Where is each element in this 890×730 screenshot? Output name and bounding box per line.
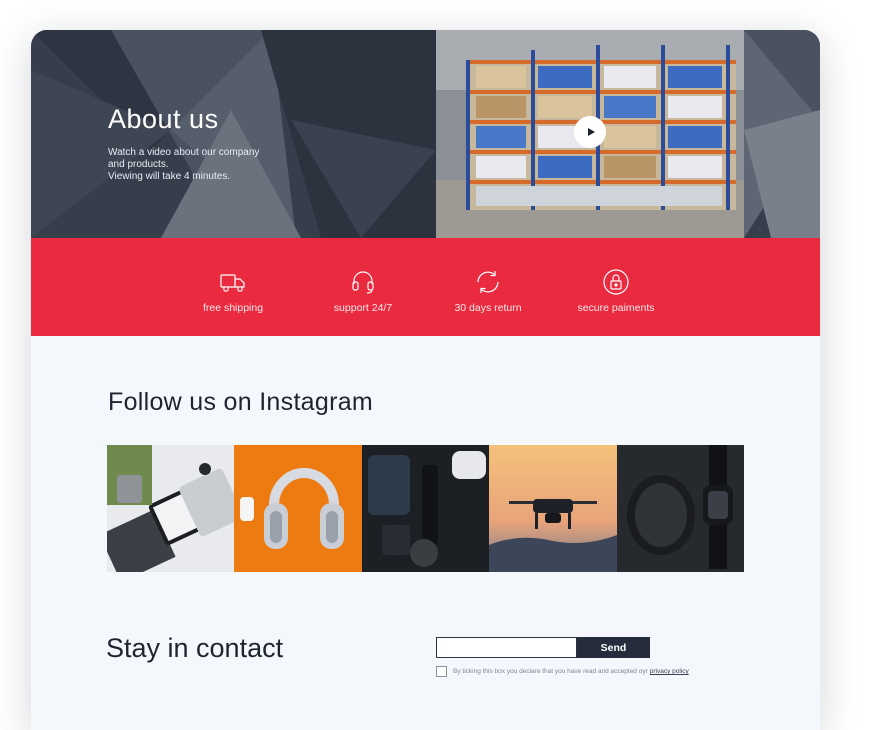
about-title: About us bbox=[108, 104, 219, 135]
instagram-title: Follow us on Instagram bbox=[108, 388, 374, 416]
about-description-line: Watch a video about our company bbox=[108, 147, 260, 158]
features-bar: free shipping support 24/7 30 days retur… bbox=[31, 238, 820, 336]
smartwatch-image bbox=[616, 445, 744, 572]
consent-checkbox[interactable] bbox=[436, 666, 447, 677]
headset-icon bbox=[352, 271, 374, 294]
about-description-line: Viewing will take 4 minutes. bbox=[108, 171, 231, 182]
send-button[interactable]: Send bbox=[577, 637, 650, 658]
about-section: About us Watch a video about our company… bbox=[31, 30, 820, 238]
consent-row: By ticking this box you declare that you… bbox=[436, 666, 689, 677]
contact-title: Stay in contact bbox=[106, 633, 284, 663]
workspace-image bbox=[107, 445, 235, 572]
page-card: About us Watch a video about our company… bbox=[31, 30, 820, 730]
headphones-image bbox=[234, 445, 362, 572]
about-description: Watch a video about our company and prod… bbox=[108, 147, 298, 183]
company-video[interactable] bbox=[436, 30, 744, 238]
gadgets-photo[interactable] bbox=[361, 445, 490, 572]
workspace-photo[interactable] bbox=[107, 445, 235, 572]
feature-label: secure paiments bbox=[577, 302, 655, 314]
gadgets-image bbox=[361, 445, 490, 572]
instagram-gallery bbox=[107, 445, 744, 572]
email-input[interactable] bbox=[436, 637, 577, 658]
refresh-icon bbox=[477, 271, 499, 293]
feature-label: free shipping bbox=[202, 302, 264, 314]
drone-photo[interactable] bbox=[489, 445, 617, 572]
feature-label: 30 days return bbox=[454, 302, 522, 314]
consent-text: By ticking this box you declare that you… bbox=[453, 668, 648, 675]
privacy-policy-link[interactable]: privacy policy bbox=[650, 668, 689, 675]
play-button[interactable] bbox=[574, 116, 606, 148]
smartwatch-photo[interactable] bbox=[616, 445, 744, 572]
drone-image bbox=[489, 445, 617, 572]
play-icon bbox=[587, 128, 595, 136]
truck-icon bbox=[220, 274, 245, 292]
headphones-photo[interactable] bbox=[234, 445, 362, 572]
lock-icon bbox=[603, 269, 629, 295]
feature-label: support 24/7 bbox=[333, 302, 393, 314]
about-description-line: and products. bbox=[108, 159, 169, 170]
